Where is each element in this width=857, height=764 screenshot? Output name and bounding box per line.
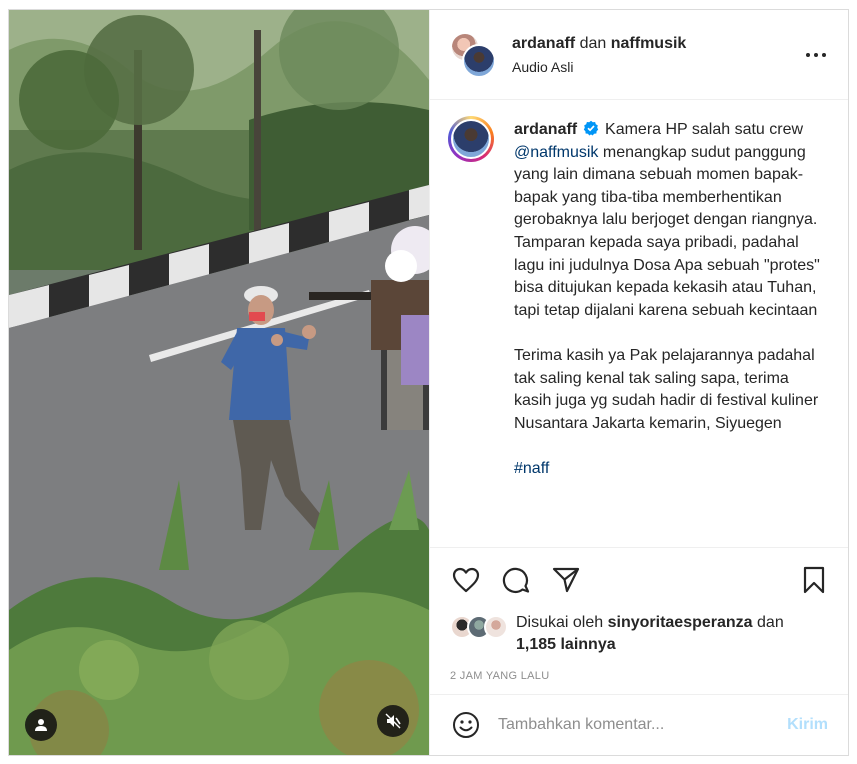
post-timestamp[interactable]: 2 JAM YANG LALU (430, 668, 848, 694)
audio-link[interactable]: Audio Asli (512, 59, 686, 75)
avatar (462, 43, 496, 78)
likes-prefix: Disukai oleh (516, 614, 604, 631)
post-video[interactable] (9, 10, 429, 755)
caption-section: ardanaff Kamera HP salah satu crew @naff… (430, 100, 848, 548)
muted-speaker-icon (385, 713, 401, 729)
avatar (451, 119, 491, 159)
video-frame (9, 10, 429, 755)
post-sidebar: ardanaff dan naffmusik Audio Asli ardana… (429, 10, 848, 755)
comment-form: Kirim (430, 694, 848, 755)
authors-joiner: dan (579, 34, 607, 52)
post-modal: ardanaff dan naffmusik Audio Asli ardana… (8, 9, 849, 756)
author-link[interactable]: ardanaff (512, 35, 575, 52)
share-button[interactable] (550, 564, 582, 596)
likes-section: Disukai oleh sinyoritaesperanza dan 1,18… (430, 612, 848, 668)
caption-text: ardanaff Kamera HP salah satu crew @naff… (514, 116, 830, 547)
post-header: ardanaff dan naffmusik Audio Asli (430, 10, 848, 100)
caption-paragraph: ardanaff Kamera HP salah satu crew @naff… (514, 119, 830, 322)
emoji-button[interactable] (450, 709, 482, 741)
more-horizontal-icon (806, 53, 826, 57)
caption-username[interactable]: ardanaff (514, 121, 577, 138)
likes-joiner: dan (757, 614, 784, 631)
liker-username[interactable]: sinyoritaesperanza (608, 614, 753, 631)
avatar (484, 615, 508, 639)
post-authors: ardanaff dan naffmusik (512, 35, 686, 53)
heart-icon (452, 567, 480, 593)
comment-input[interactable] (498, 716, 778, 734)
caption-hashtag[interactable]: #naff (514, 458, 830, 481)
tagged-users-button[interactable] (25, 709, 57, 741)
more-options-button[interactable] (804, 46, 828, 64)
verified-badge-icon (583, 120, 598, 136)
header-text: ardanaff dan naffmusik Audio Asli (512, 35, 686, 75)
audio-toggle-button[interactable] (377, 705, 409, 737)
post-comment-button[interactable]: Kirim (787, 716, 828, 734)
action-bar (430, 548, 848, 612)
share-icon (552, 567, 580, 593)
bookmark-icon (803, 566, 825, 594)
comment-icon (502, 567, 530, 593)
caption-paragraph-2: Terima kasih ya Pak pelajarannya padahal… (514, 346, 819, 432)
coauthor-link[interactable]: naffmusik (611, 35, 687, 52)
emoji-icon (453, 712, 479, 738)
like-button[interactable] (450, 564, 482, 596)
collab-avatars[interactable] (450, 31, 496, 78)
save-button[interactable] (798, 564, 830, 596)
liker-avatars (450, 615, 508, 643)
caption-mention[interactable]: @naffmusik (514, 144, 598, 161)
caption-text-rest: menangkap sudut panggung yang lain diman… (514, 143, 820, 319)
caption-avatar[interactable] (448, 116, 494, 162)
likes-summary: Disukai oleh sinyoritaesperanza dan 1,18… (516, 612, 784, 656)
likes-count-link[interactable]: 1,185 lainnya (516, 636, 616, 653)
comment-button[interactable] (500, 564, 532, 596)
user-tag-icon (35, 719, 47, 731)
caption-text-start: Kamera HP salah satu crew (605, 121, 804, 138)
